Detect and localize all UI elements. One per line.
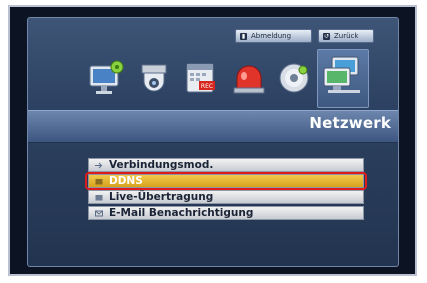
- logout-label: Abmeldung: [251, 32, 292, 40]
- menu-item-live-uebertragung[interactable]: Live-Übertragung: [88, 190, 364, 204]
- network-icon[interactable]: [317, 49, 369, 108]
- back-button[interactable]: ↺ Zurück: [318, 29, 374, 43]
- disk-icon[interactable]: [274, 56, 314, 100]
- dvr-screen-frame: ▮ Abmeldung ↺ Zurück REC Netzwerk Verbin…: [8, 5, 417, 276]
- menu-item-ddns[interactable]: DDNS: [85, 172, 367, 190]
- folder-icon: [95, 194, 103, 200]
- network-menu: Verbindungsmod. DDNS Live-Übertragung E-…: [85, 158, 367, 222]
- section-header: Netzwerk: [28, 110, 398, 143]
- camera-icon[interactable]: [134, 56, 174, 100]
- menu-panel: ▮ Abmeldung ↺ Zurück REC Netzwerk Verbin…: [27, 17, 399, 267]
- selection-highlight: [85, 172, 367, 190]
- svg-text:REC: REC: [201, 83, 213, 90]
- logout-button[interactable]: ▮ Abmeldung: [235, 29, 312, 43]
- logout-icon: ▮: [240, 32, 247, 40]
- category-icon-row: REC: [28, 49, 398, 110]
- monitor-gear-icon[interactable]: [86, 56, 126, 100]
- alarm-icon[interactable]: [229, 56, 269, 100]
- menu-item-verbindungsmod[interactable]: Verbindungsmod.: [88, 158, 364, 172]
- mail-icon: [95, 210, 103, 216]
- menu-item-label: E-Mail Benachrichtigung: [109, 207, 254, 219]
- menu-item-email-benachrichtigung[interactable]: E-Mail Benachrichtigung: [88, 206, 364, 220]
- section-title: Netzwerk: [309, 114, 391, 132]
- back-label: Zurück: [334, 32, 359, 40]
- calendar-rec-icon[interactable]: REC: [181, 56, 221, 100]
- menu-item-label: Verbindungsmod.: [109, 159, 214, 171]
- back-arrow-icon: ↺: [323, 32, 330, 40]
- menu-item-label: Live-Übertragung: [109, 191, 214, 203]
- arrow-icon: [95, 162, 103, 168]
